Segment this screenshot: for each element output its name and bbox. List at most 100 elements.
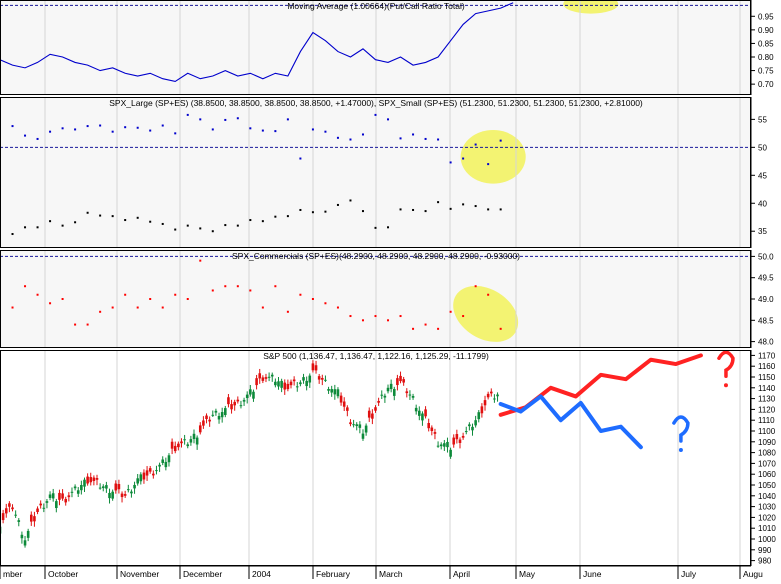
data-point — [111, 215, 114, 218]
data-point — [299, 157, 302, 160]
data-point — [174, 293, 177, 296]
candle-body — [205, 415, 208, 420]
data-point — [449, 310, 452, 313]
data-point — [487, 208, 490, 211]
y-tick-label: 49.0 — [758, 295, 774, 304]
candle-body — [389, 383, 393, 390]
candle-body — [105, 485, 108, 489]
candle-body — [198, 425, 202, 433]
data-point — [336, 306, 339, 309]
data-point — [311, 211, 314, 214]
candle-body — [23, 540, 27, 546]
candle-body — [421, 413, 424, 421]
candle-body — [152, 473, 155, 476]
data-point — [487, 293, 490, 296]
candle-body — [439, 444, 443, 447]
data-point — [61, 127, 64, 130]
candle-body — [202, 420, 205, 426]
data-point — [387, 226, 390, 229]
data-point — [186, 298, 189, 300]
candle-body — [449, 449, 452, 457]
candle-body — [336, 389, 340, 397]
candle-body — [321, 377, 324, 380]
candle-body — [136, 478, 139, 484]
panel-title: SPX_Commercials (SP+ES)(48.2900, 48.2900… — [232, 251, 520, 261]
y-tick-label: 1170 — [758, 351, 776, 360]
candle-body — [39, 503, 42, 506]
data-point — [199, 259, 202, 262]
candle-body — [267, 376, 271, 378]
data-point — [499, 208, 502, 211]
candle-body — [8, 503, 11, 507]
candle-body — [42, 507, 46, 509]
candle-body — [292, 379, 296, 382]
data-point — [249, 219, 252, 222]
candle-body — [133, 484, 136, 489]
candle-body — [95, 478, 99, 480]
data-point — [211, 230, 214, 233]
data-point — [286, 215, 289, 218]
candle-body — [239, 405, 243, 407]
candle-body — [468, 424, 471, 427]
candle-body — [383, 395, 387, 398]
candle-body — [217, 415, 221, 420]
x-tick-label: December — [183, 569, 222, 579]
y-tick-label: 1020 — [758, 513, 776, 522]
data-point — [424, 210, 427, 213]
candle-body — [11, 507, 14, 510]
data-point — [311, 128, 314, 131]
candle-body — [405, 391, 409, 394]
candle-body — [361, 433, 365, 439]
data-point — [399, 208, 402, 211]
candle-body — [436, 445, 440, 447]
candle-body — [145, 470, 149, 476]
data-point — [437, 327, 440, 330]
x-tick-label: November — [120, 569, 159, 579]
data-point — [224, 285, 227, 288]
candle-body — [70, 491, 74, 493]
candle-body — [443, 443, 446, 447]
candle-body — [249, 389, 252, 395]
data-point — [311, 298, 314, 300]
data-point — [86, 323, 89, 326]
y-tick-label: 49.5 — [758, 274, 774, 283]
y-tick-label: 1130 — [758, 395, 776, 404]
data-point — [437, 201, 440, 204]
candle-body — [402, 379, 405, 383]
y-tick-label: 0.85 — [758, 39, 774, 48]
candle-body — [55, 501, 58, 509]
x-tick-label: 2004 — [252, 569, 271, 579]
candle-body — [67, 495, 71, 498]
x-tick-label: July — [681, 569, 697, 579]
data-point — [374, 315, 377, 318]
data-point — [261, 220, 264, 223]
y-tick-label: 50.0 — [758, 252, 774, 261]
candle-body — [355, 424, 359, 427]
candle-body — [311, 363, 315, 371]
candle-body — [493, 398, 496, 400]
candle-body — [486, 393, 490, 398]
candle-body — [496, 394, 499, 397]
candle-body — [252, 391, 255, 399]
data-point — [161, 306, 164, 309]
x-tick-label: February — [316, 569, 351, 579]
data-point — [349, 315, 352, 318]
candle-body — [283, 382, 287, 390]
y-tick-label: 55 — [758, 115, 767, 124]
y-tick-label: 1150 — [758, 373, 776, 382]
candle-body — [186, 444, 190, 447]
data-point — [424, 137, 427, 140]
candle-body — [211, 414, 215, 416]
x-tick-label: June — [583, 569, 602, 579]
data-point — [186, 113, 189, 116]
candle-body — [80, 485, 83, 491]
data-point — [111, 306, 114, 309]
data-point — [86, 211, 89, 214]
candle-body — [158, 464, 161, 467]
data-point — [299, 208, 302, 211]
x-tick-label: May — [519, 569, 536, 579]
candle-body — [142, 472, 146, 480]
data-point — [387, 118, 390, 121]
y-tick-label: 0.80 — [758, 53, 774, 62]
candle-body — [233, 401, 236, 406]
